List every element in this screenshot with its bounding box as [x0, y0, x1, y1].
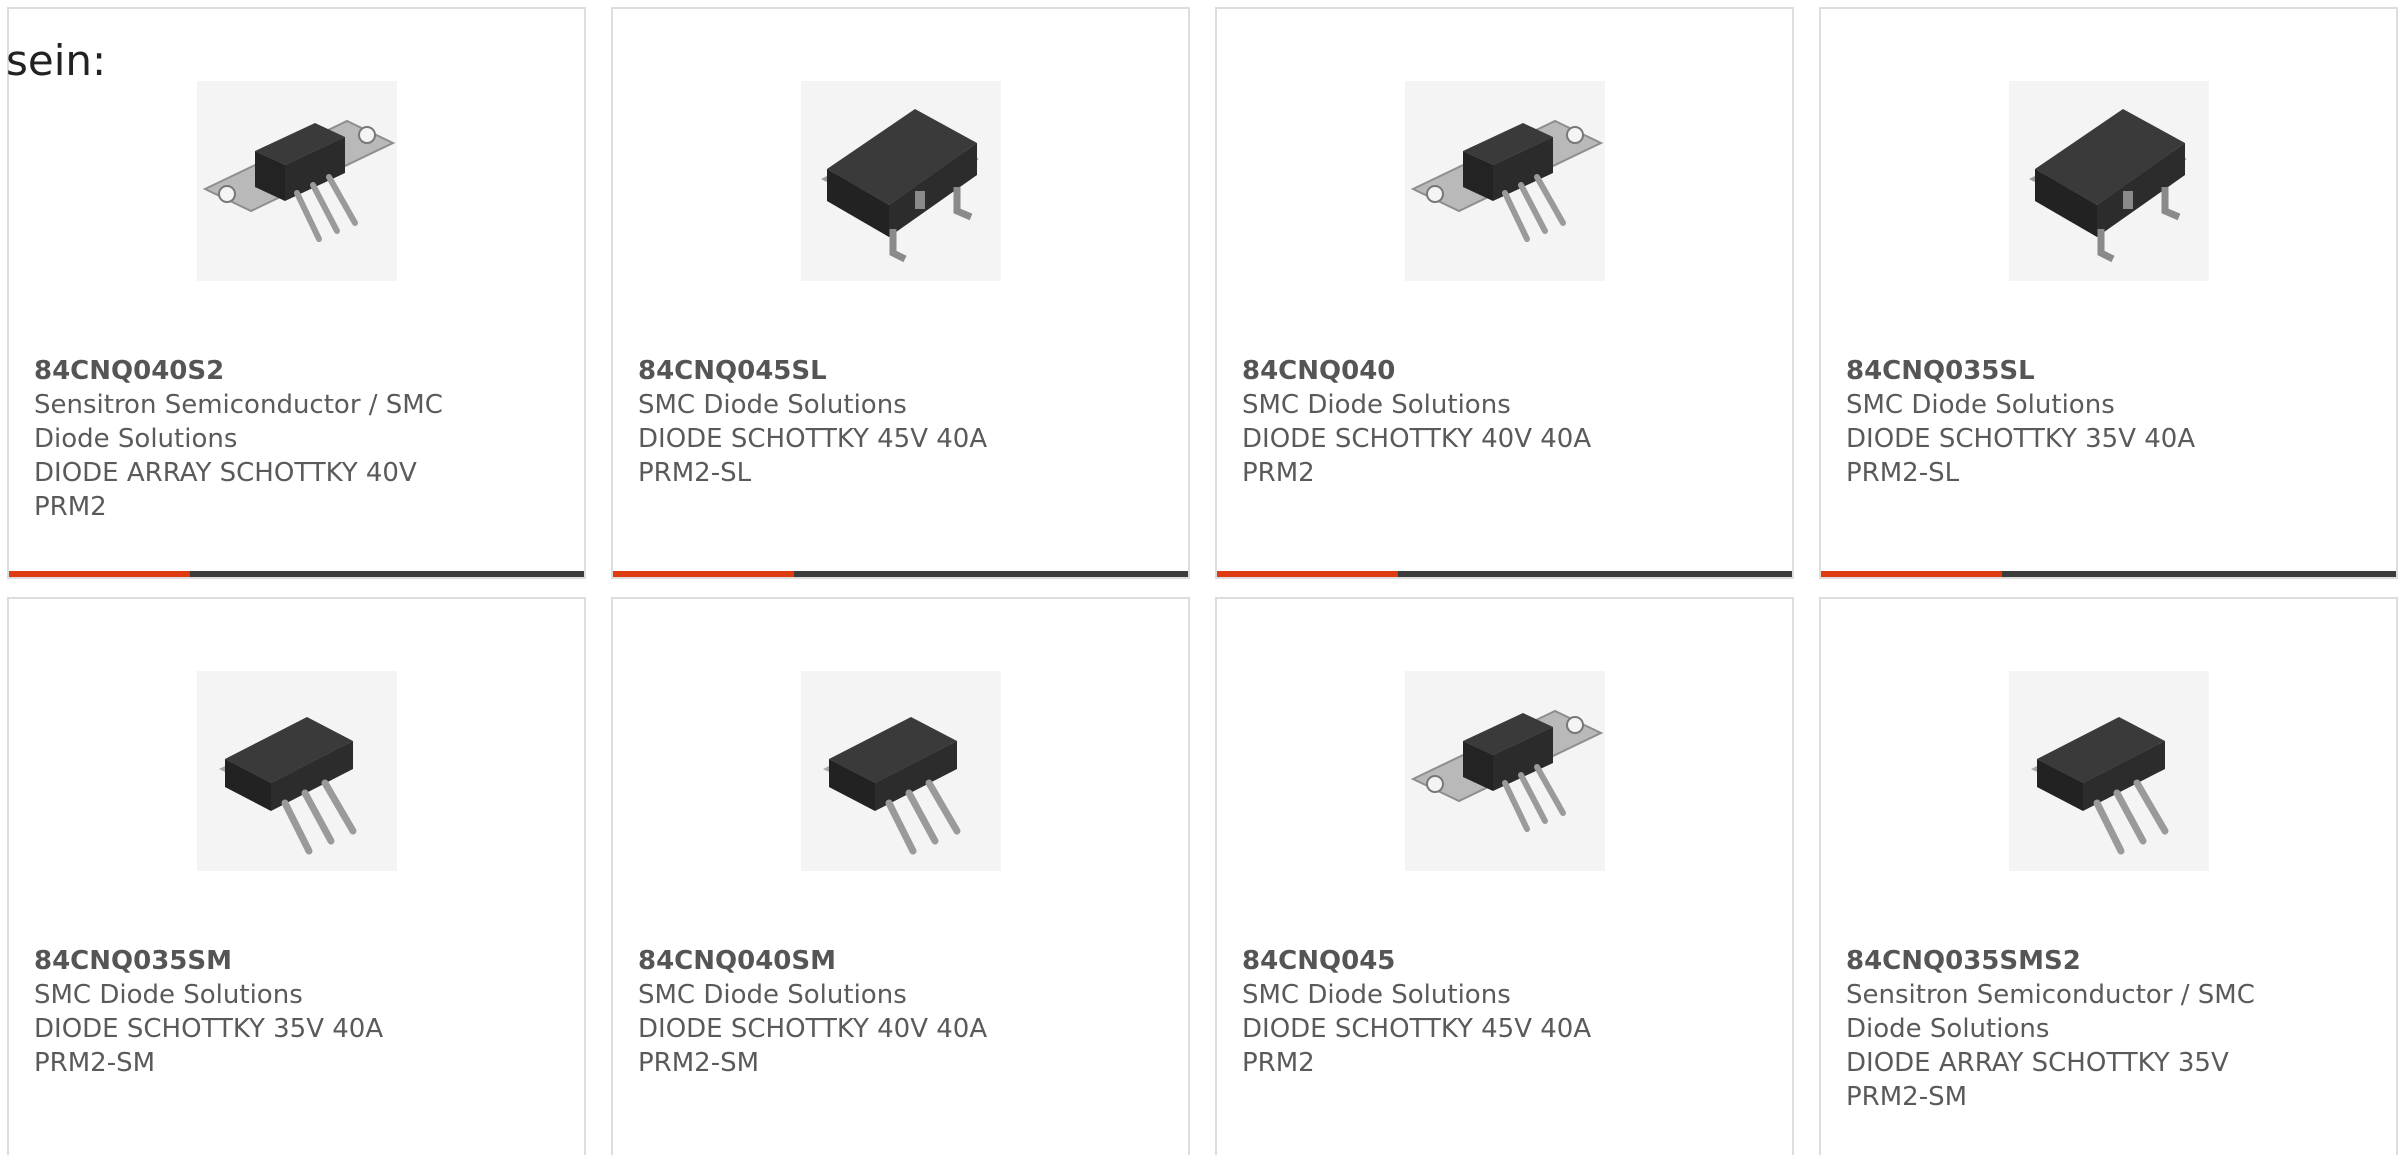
product-description: DIODE SCHOTTKY 45V 40A PRM2	[1242, 1014, 1592, 1078]
card-progress-bar	[613, 571, 1188, 577]
product-part-number[interactable]: 84CNQ035SM	[34, 944, 564, 978]
product-part-number[interactable]: 84CNQ035SL	[1846, 354, 2376, 388]
smd-package-icon	[821, 109, 979, 263]
product-description: DIODE ARRAY SCHOTTKY 40V PRM2	[34, 458, 417, 522]
product-info: 84CNQ045 SMC Diode Solutions DIODE SCHOT…	[1242, 944, 1772, 1080]
product-description: DIODE SCHOTTKY 35V 40A PRM2-SL	[1846, 424, 2196, 488]
product-description: DIODE SCHOTTKY 45V 40A PRM2-SL	[638, 424, 988, 488]
product-card-8[interactable]: 84CNQ035SMS2 Sensitron Semiconductor / S…	[1819, 597, 2398, 1155]
card-progress-accent	[9, 571, 190, 577]
product-part-number[interactable]: 84CNQ045SL	[638, 354, 1168, 388]
product-part-number[interactable]: 84CNQ040SM	[638, 944, 1168, 978]
product-manufacturer: Sensitron Semiconductor / SMC Diode Solu…	[1846, 980, 2255, 1044]
card-progress-bar	[1217, 571, 1792, 577]
product-manufacturer: Sensitron Semiconductor / SMC Diode Solu…	[34, 390, 443, 454]
card-progress-accent	[613, 571, 794, 577]
tab-package-icon	[202, 119, 396, 242]
product-manufacturer: SMC Diode Solutions	[1846, 390, 2115, 420]
product-image[interactable]	[1405, 671, 1605, 871]
product-manufacturer: SMC Diode Solutions	[638, 390, 907, 420]
product-card-1[interactable]: 84CNQ040S2 Sensitron Semiconductor / SMC…	[7, 7, 586, 579]
product-info: 84CNQ035SMS2 Sensitron Semiconductor / S…	[1846, 944, 2376, 1114]
product-card-3[interactable]: 84CNQ040 SMC Diode Solutions DIODE SCHOT…	[1215, 7, 1794, 579]
product-card-5[interactable]: 84CNQ035SM SMC Diode Solutions DIODE SCH…	[7, 597, 586, 1155]
product-grid: 84CNQ040S2 Sensitron Semiconductor / SMC…	[7, 7, 2398, 1155]
product-image[interactable]	[801, 81, 1001, 281]
product-image[interactable]	[2009, 81, 2209, 281]
product-info: 84CNQ040SM SMC Diode Solutions DIODE SCH…	[638, 944, 1168, 1080]
product-info: 84CNQ040S2 Sensitron Semiconductor / SMC…	[34, 354, 564, 524]
product-description: DIODE SCHOTTKY 35V 40A PRM2-SM	[34, 1014, 384, 1078]
leading-text: sein:	[6, 36, 107, 85]
page: sein: 84CNQ040S2 Sensitron Semiconductor…	[0, 0, 2400, 1155]
product-card-2[interactable]: 84CNQ045SL SMC Diode Solutions DIODE SCH…	[611, 7, 1190, 579]
product-part-number[interactable]: 84CNQ040	[1242, 354, 1772, 388]
product-description: DIODE SCHOTTKY 40V 40A PRM2-SM	[638, 1014, 988, 1078]
product-part-number[interactable]: 84CNQ035SMS2	[1846, 944, 2376, 978]
card-progress-accent	[1217, 571, 1398, 577]
product-card-4[interactable]: 84CNQ035SL SMC Diode Solutions DIODE SCH…	[1819, 7, 2398, 579]
product-info: 84CNQ040 SMC Diode Solutions DIODE SCHOT…	[1242, 354, 1772, 490]
tab-package-icon	[1410, 119, 1604, 242]
product-image[interactable]	[801, 671, 1001, 871]
product-image[interactable]	[197, 671, 397, 871]
product-manufacturer: SMC Diode Solutions	[638, 980, 907, 1010]
product-card-6[interactable]: 84CNQ040SM SMC Diode Solutions DIODE SCH…	[611, 597, 1190, 1155]
product-info: 84CNQ045SL SMC Diode Solutions DIODE SCH…	[638, 354, 1168, 490]
product-manufacturer: SMC Diode Solutions	[1242, 980, 1511, 1010]
product-part-number[interactable]: 84CNQ040S2	[34, 354, 564, 388]
product-part-number[interactable]: 84CNQ045	[1242, 944, 1772, 978]
card-progress-accent	[1821, 571, 2002, 577]
product-info: 84CNQ035SL SMC Diode Solutions DIODE SCH…	[1846, 354, 2376, 490]
smd-package-icon	[2029, 109, 2187, 263]
product-description: DIODE SCHOTTKY 40V 40A PRM2	[1242, 424, 1592, 488]
through-hole-package-icon	[219, 717, 357, 855]
product-manufacturer: SMC Diode Solutions	[1242, 390, 1511, 420]
product-image[interactable]	[1405, 81, 1605, 281]
through-hole-package-icon	[2031, 717, 2169, 855]
product-image[interactable]	[2009, 671, 2209, 871]
through-hole-package-icon	[823, 717, 961, 855]
card-progress-bar	[9, 571, 584, 577]
card-progress-bar	[1821, 571, 2396, 577]
tab-package-icon	[1410, 709, 1604, 832]
product-card-7[interactable]: 84CNQ045 SMC Diode Solutions DIODE SCHOT…	[1215, 597, 1794, 1155]
product-description: DIODE ARRAY SCHOTTKY 35V PRM2-SM	[1846, 1048, 2229, 1112]
product-manufacturer: SMC Diode Solutions	[34, 980, 303, 1010]
product-image[interactable]	[197, 81, 397, 281]
product-info: 84CNQ035SM SMC Diode Solutions DIODE SCH…	[34, 944, 564, 1080]
